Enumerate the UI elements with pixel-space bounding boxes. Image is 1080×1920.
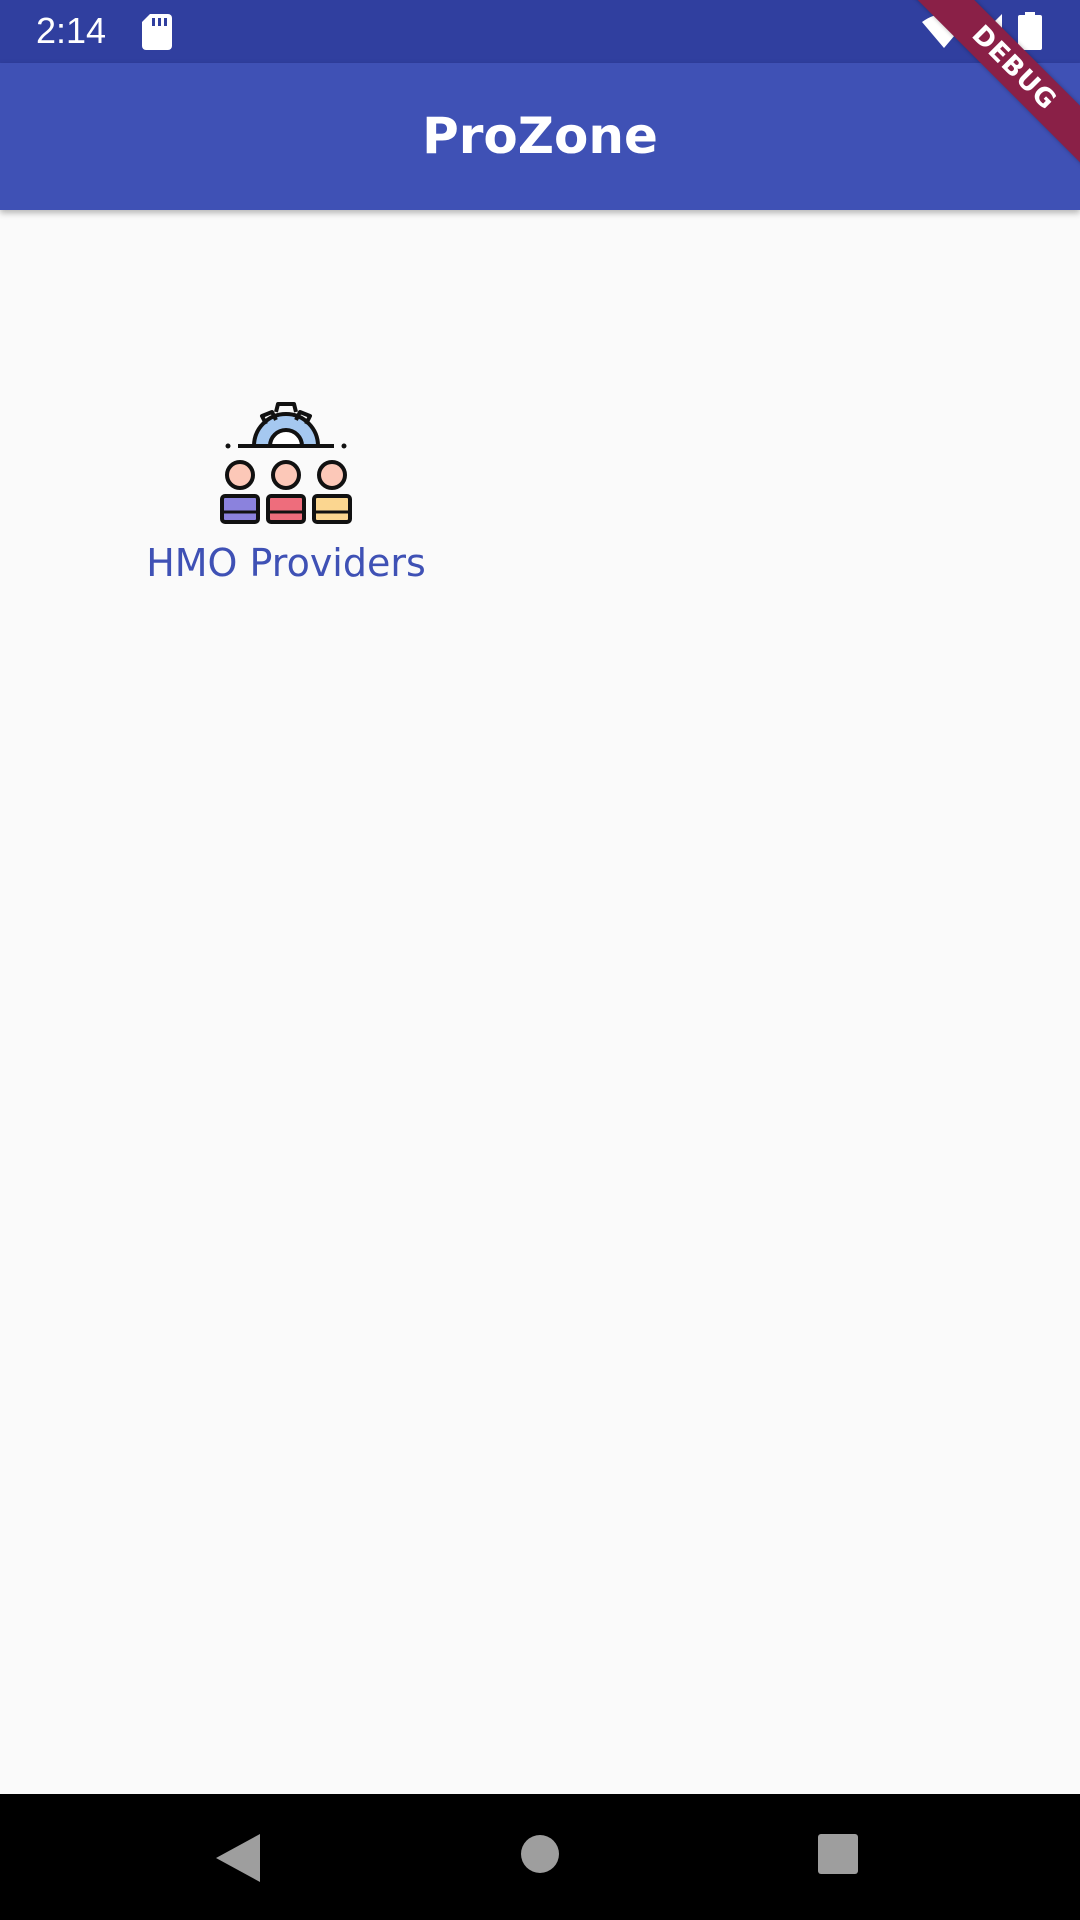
hmo-providers-tile[interactable]: HMO Providers	[130, 400, 442, 600]
status-time: 2:14	[36, 10, 107, 51]
team-settings-icon	[220, 402, 352, 524]
battery-icon	[1018, 12, 1042, 50]
sd-card-icon	[142, 14, 172, 50]
hmo-providers-label: HMO Providers	[146, 541, 426, 585]
home-icon[interactable]	[520, 1834, 560, 1874]
app-bar: ProZone	[0, 63, 1080, 210]
status-bar: 2:14	[0, 0, 1080, 63]
main-content: HMO Providers	[0, 210, 1080, 1794]
recent-apps-icon[interactable]	[818, 1834, 858, 1874]
back-icon[interactable]	[216, 1834, 260, 1882]
app-title: ProZone	[422, 107, 658, 165]
navigation-bar	[0, 1794, 1080, 1920]
